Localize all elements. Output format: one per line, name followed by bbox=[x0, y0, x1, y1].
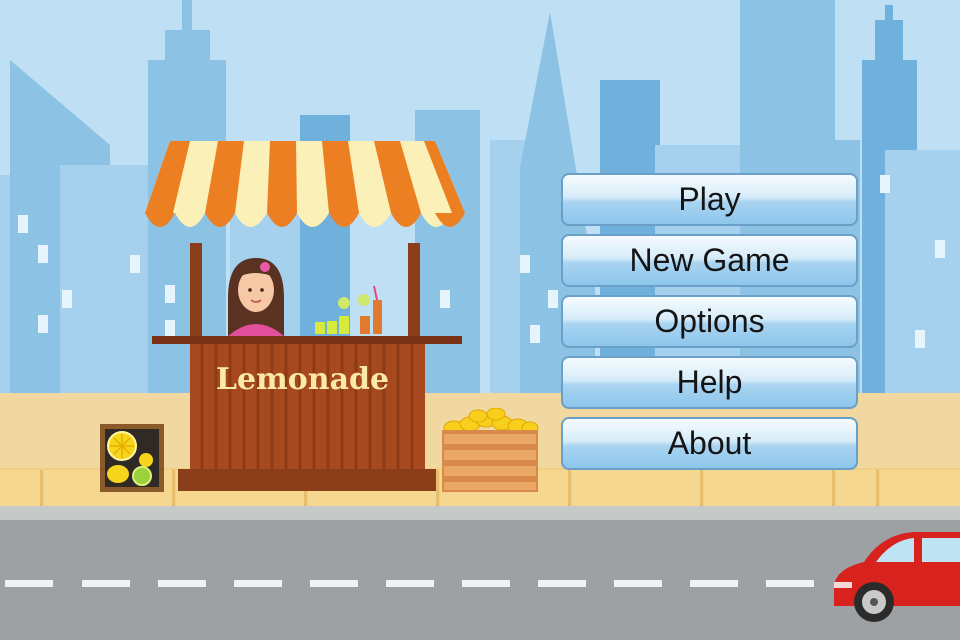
stand-sign-text: Lemonade bbox=[215, 362, 390, 397]
play-button[interactable]: Play bbox=[561, 173, 858, 226]
options-button[interactable]: Options bbox=[561, 295, 858, 348]
red-car-icon bbox=[832, 526, 960, 626]
help-button[interactable]: Help bbox=[561, 356, 858, 409]
lemonade-stand-icon bbox=[140, 138, 470, 494]
curb-shadow bbox=[0, 506, 960, 520]
lemon-crate-icon bbox=[440, 407, 540, 494]
girl-vendor-icon bbox=[226, 258, 286, 338]
about-button[interactable]: About bbox=[561, 417, 858, 470]
new-game-button[interactable]: New Game bbox=[561, 234, 858, 287]
